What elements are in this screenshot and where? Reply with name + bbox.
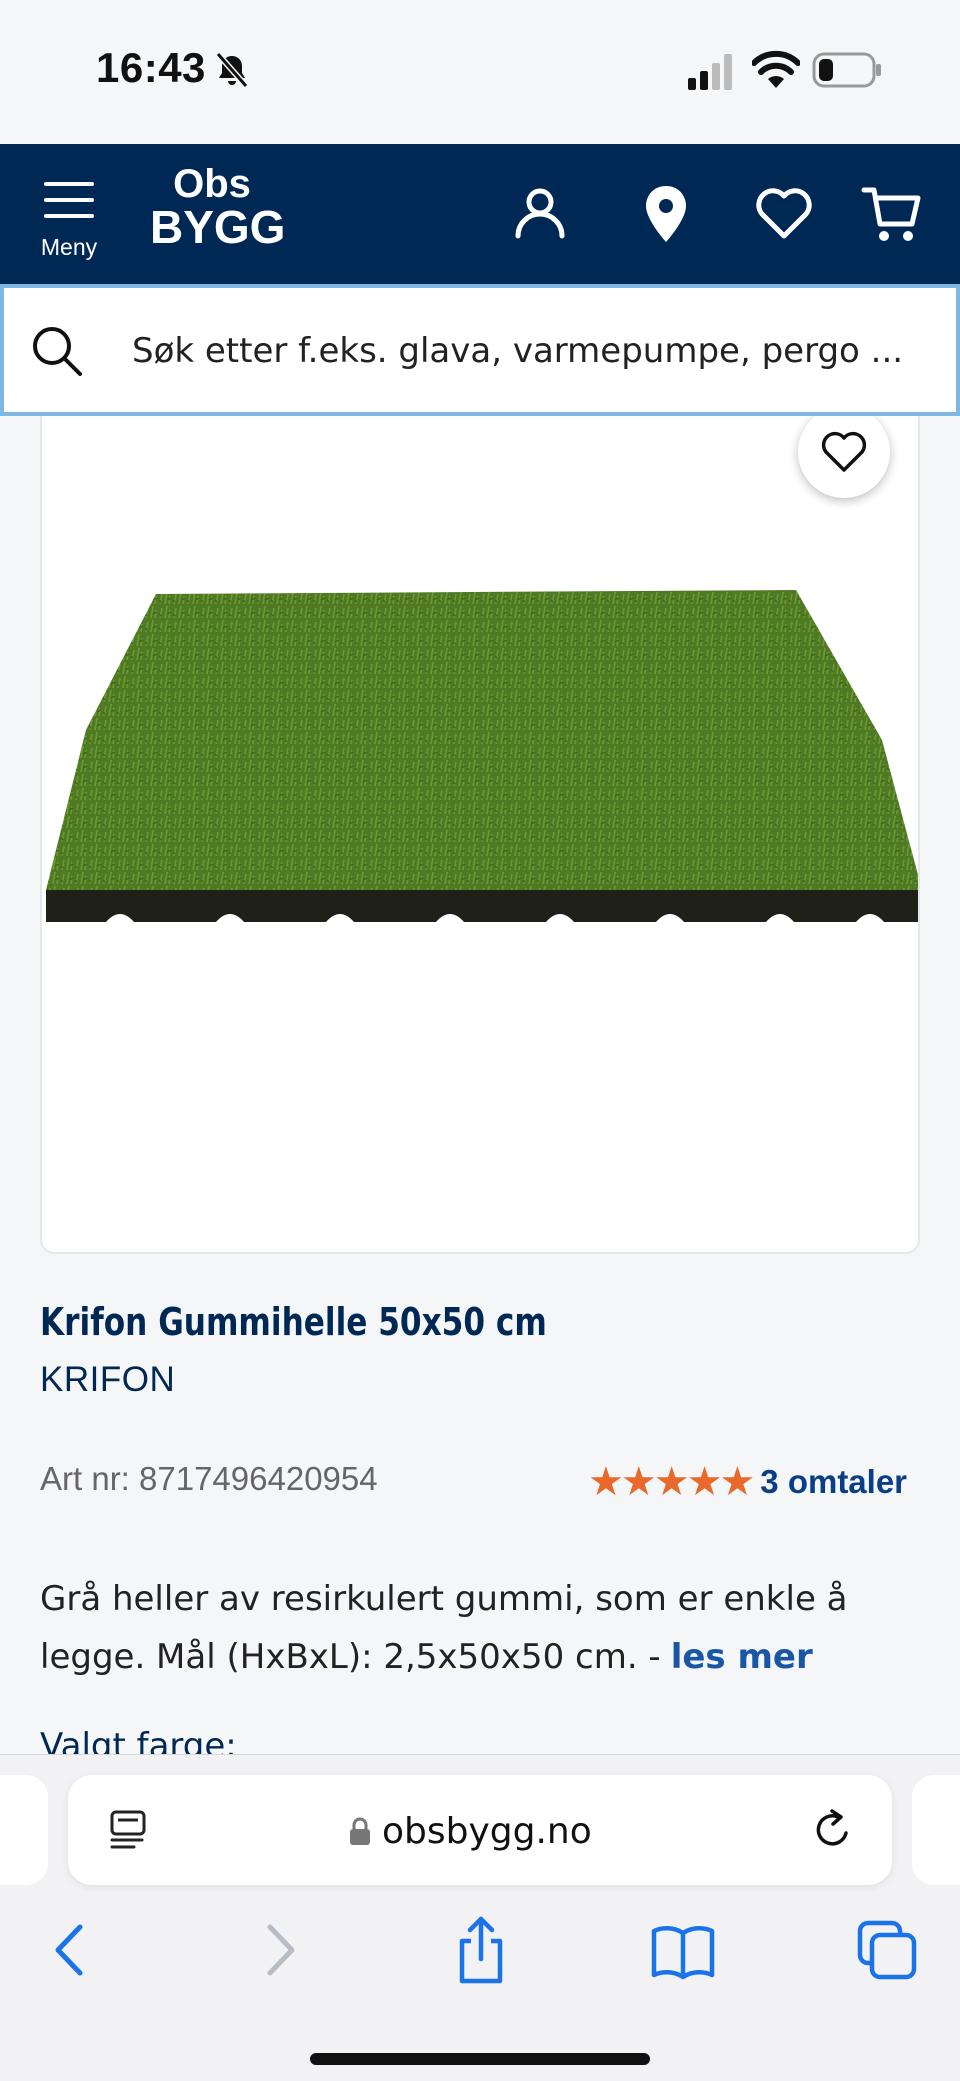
hamburger-icon xyxy=(44,182,94,218)
product-title: Krifon Gummihelle 50x50 cm xyxy=(40,1300,547,1344)
selected-color-label: Valgt farge: xyxy=(40,1726,237,1754)
shopping-cart-icon[interactable] xyxy=(860,182,924,246)
status-time: 16:43 xyxy=(96,44,206,91)
menu-label: Meny xyxy=(40,234,98,260)
product-image[interactable] xyxy=(46,590,920,1030)
battery-icon xyxy=(812,52,881,88)
status-bar: 16:43 xyxy=(0,0,960,144)
site-header: Meny Obs BYGG xyxy=(0,144,960,284)
lock-icon xyxy=(350,1817,370,1845)
search-bar xyxy=(0,284,960,416)
bookmarks-icon[interactable] xyxy=(648,1915,718,1985)
product-brand-link[interactable]: KRIFON xyxy=(40,1360,175,1400)
article-number: Art nr: 8717496420954 xyxy=(40,1460,378,1497)
product-description: Grå heller av resirkulert gummi, som er … xyxy=(40,1570,920,1686)
rating-stars: ★★★★★ xyxy=(588,1459,755,1505)
search-icon[interactable] xyxy=(30,324,84,378)
reload-icon[interactable] xyxy=(810,1807,856,1853)
read-more-link[interactable]: les mer xyxy=(671,1637,813,1677)
product-image-card xyxy=(40,390,920,1254)
menu-button[interactable]: Meny xyxy=(36,180,102,270)
forward-arrow-icon[interactable] xyxy=(244,1915,314,1985)
reviews-link[interactable]: 3 omtaler xyxy=(760,1463,907,1501)
browser-toolbar: obsbygg.no xyxy=(0,1754,960,2081)
previous-tab-preview[interactable] xyxy=(0,1775,48,1885)
page-menu-icon[interactable] xyxy=(108,1809,150,1851)
obs-bygg-logo[interactable]: Obs BYGG xyxy=(150,162,286,264)
url-text: obsbygg.no xyxy=(382,1810,592,1852)
search-input[interactable] xyxy=(132,318,932,384)
product-rating[interactable]: ★★★★★ 3 omtaler xyxy=(588,1458,907,1506)
back-arrow-icon[interactable] xyxy=(36,1915,106,1985)
next-tab-preview[interactable] xyxy=(912,1775,960,1885)
add-to-favorites-button[interactable] xyxy=(798,406,890,498)
url-display[interactable]: obsbygg.no xyxy=(348,1809,592,1853)
store-location-icon[interactable] xyxy=(634,182,698,246)
logo-top-text: Obs xyxy=(173,162,251,206)
bell-muted-icon xyxy=(215,52,249,88)
wishlist-heart-icon[interactable] xyxy=(752,182,816,246)
cellular-signal-icon xyxy=(688,54,732,90)
home-indicator[interactable] xyxy=(310,2053,650,2065)
wifi-icon xyxy=(752,50,800,88)
address-bar[interactable]: obsbygg.no xyxy=(68,1775,892,1885)
user-account-icon[interactable] xyxy=(508,182,572,246)
logo-bottom-text: BYGG xyxy=(150,201,286,253)
browser-nav-row xyxy=(0,1915,960,1995)
tabs-icon[interactable] xyxy=(852,1915,922,1985)
heart-outline-icon xyxy=(821,431,867,472)
share-icon[interactable] xyxy=(446,1915,516,1985)
